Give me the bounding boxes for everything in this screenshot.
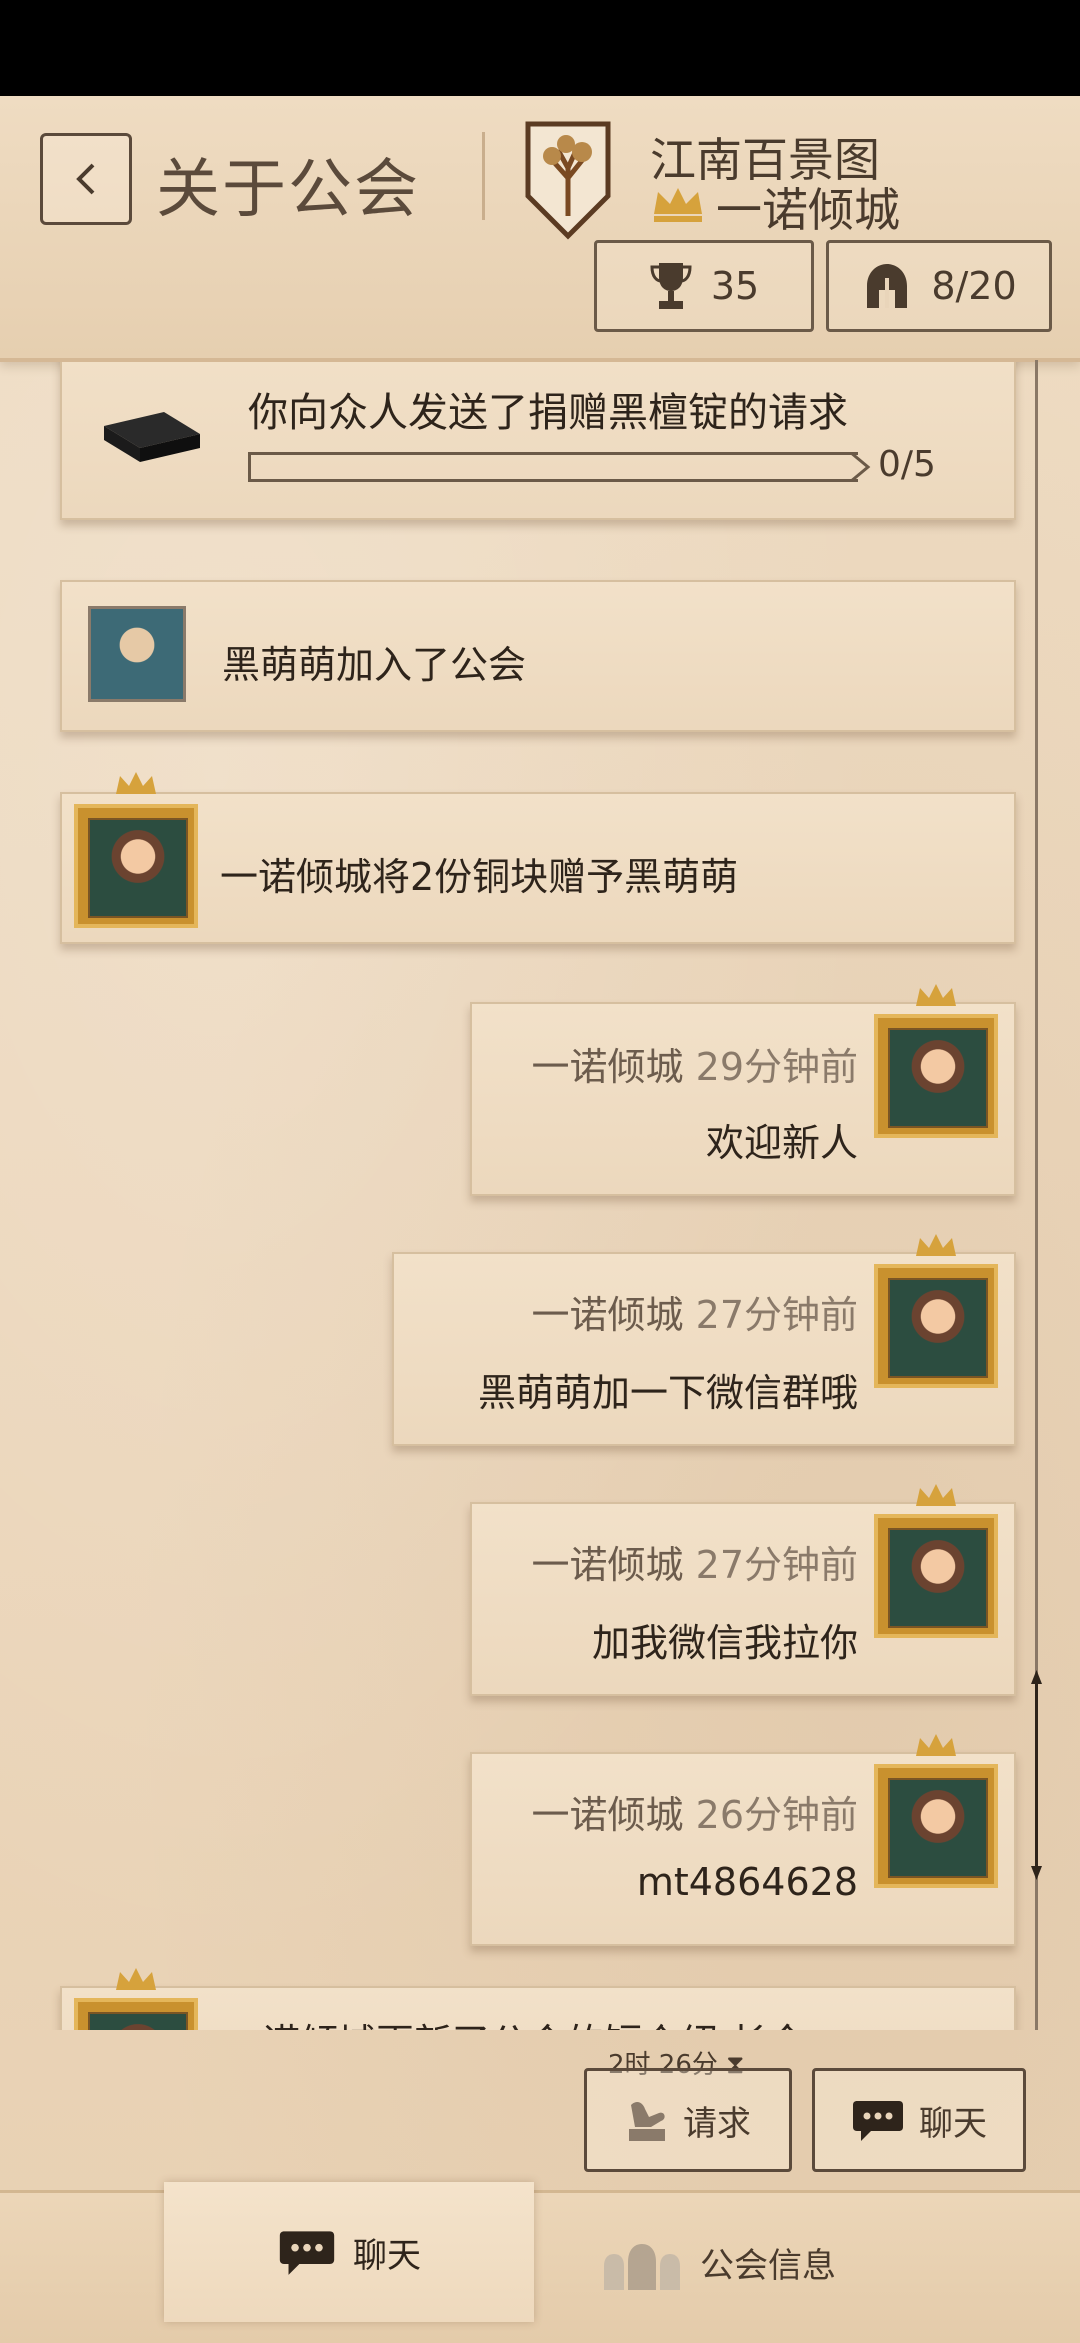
guild-leader-name: 一诺倾城	[716, 183, 900, 237]
new-member-avatar[interactable]	[88, 606, 186, 702]
tab-chat-label: 聊天	[353, 2235, 421, 2276]
request-button[interactable]: 请求	[584, 2068, 792, 2172]
message-text: mt4864628	[636, 1860, 858, 1904]
message-meta: 一诺倾城 29分钟前	[532, 1036, 858, 1091]
message-meta: 一诺倾城 27分钟前	[532, 1534, 858, 1589]
sender-avatar[interactable]	[874, 1014, 998, 1138]
donate-hand-icon	[629, 2102, 665, 2141]
message-text: 加我微信我拉你	[591, 1621, 858, 1665]
ebony-ingot-icon	[104, 412, 200, 462]
page-title: 关于公会	[156, 153, 420, 227]
message-time: 29分钟前	[695, 1045, 858, 1089]
portrait	[888, 1028, 988, 1128]
sender-name: 一诺倾城	[531, 1543, 684, 1587]
join-notice-card	[60, 580, 1016, 732]
chevron-left-icon	[76, 163, 95, 195]
crown-icon	[916, 1484, 956, 1506]
chat-bubble-icon	[279, 2231, 335, 2275]
header-divider	[482, 132, 485, 220]
portrait	[888, 1778, 988, 1878]
message-meta: 一诺倾城 27分钟前	[532, 1284, 858, 1339]
guild-emblem-icon	[525, 121, 611, 240]
guild-intro-notice-text: 诺倾城更新了公会的短介绍 长今	[262, 2012, 806, 2030]
sender-name: 一诺倾城	[531, 1293, 684, 1337]
guild-members-icon	[604, 2244, 680, 2290]
member-stat[interactable]: 8/20	[826, 240, 1052, 332]
sender-name: 一诺倾城	[531, 1045, 684, 1089]
trophy-stat[interactable]: 35	[594, 240, 814, 332]
message-text: 欢迎新人	[705, 1121, 858, 1165]
donation-progress-bar	[248, 452, 858, 482]
message-time: 26分钟前	[695, 1793, 858, 1837]
crown-icon	[916, 1734, 956, 1756]
message-meta: 一诺倾城 26分钟前	[532, 1784, 858, 1839]
trophy-icon	[650, 263, 692, 309]
message-time: 27分钟前	[695, 1543, 858, 1587]
chat-button-label: 聊天	[919, 2103, 987, 2144]
message-time: 27分钟前	[695, 1293, 858, 1337]
join-notice-text: 黑萌萌加入了公会	[222, 643, 527, 687]
member-count: 8/20	[931, 264, 1017, 308]
chat-button[interactable]: 聊天	[812, 2068, 1026, 2172]
sender-name: 一诺倾城	[531, 1793, 684, 1837]
portrait	[888, 1528, 988, 1628]
portrait	[888, 1278, 988, 1378]
crown-icon	[916, 1234, 956, 1256]
donation-request-text: 你向众人发送了捐赠黑檀锭的请求	[248, 390, 848, 436]
chat-bubble-icon	[853, 2101, 903, 2141]
helmet-icon	[867, 264, 908, 308]
sender-avatar[interactable]	[874, 1514, 998, 1638]
leader-avatar[interactable]	[74, 804, 198, 928]
trophy-count: 35	[710, 264, 760, 308]
tab-guild-info-label: 公会信息	[700, 2245, 836, 2286]
tab-chat[interactable]: 聊天	[164, 2182, 534, 2322]
crown-icon	[116, 1968, 156, 1990]
crown-icon	[116, 772, 156, 794]
chat-list[interactable]: 你向众人发送了捐赠黑檀锭的请求 0/5 黑萌萌加入了公会 一诺倾城将2份铜块赠予…	[0, 362, 1080, 2030]
donation-progress-label: 0/5	[878, 444, 936, 485]
progress-arrow-icon	[849, 452, 871, 482]
portrait	[88, 818, 188, 918]
crown-icon	[916, 984, 956, 1006]
crown-icon	[654, 188, 702, 222]
request-label: 请求	[683, 2103, 751, 2144]
sender-avatar[interactable]	[874, 1264, 998, 1388]
portrait	[88, 2012, 188, 2030]
message-text: 黑萌萌加一下微信群哦	[477, 1371, 858, 1415]
sender-avatar[interactable]	[874, 1764, 998, 1888]
leader-avatar[interactable]	[74, 1998, 198, 2030]
back-button[interactable]	[40, 133, 132, 225]
bottom-tab-bar	[0, 2190, 1080, 2343]
tab-guild-info[interactable]: 公会信息	[600, 2212, 836, 2312]
gift-notice-text: 一诺倾城将2份铜块赠予黑萌萌	[220, 855, 739, 899]
